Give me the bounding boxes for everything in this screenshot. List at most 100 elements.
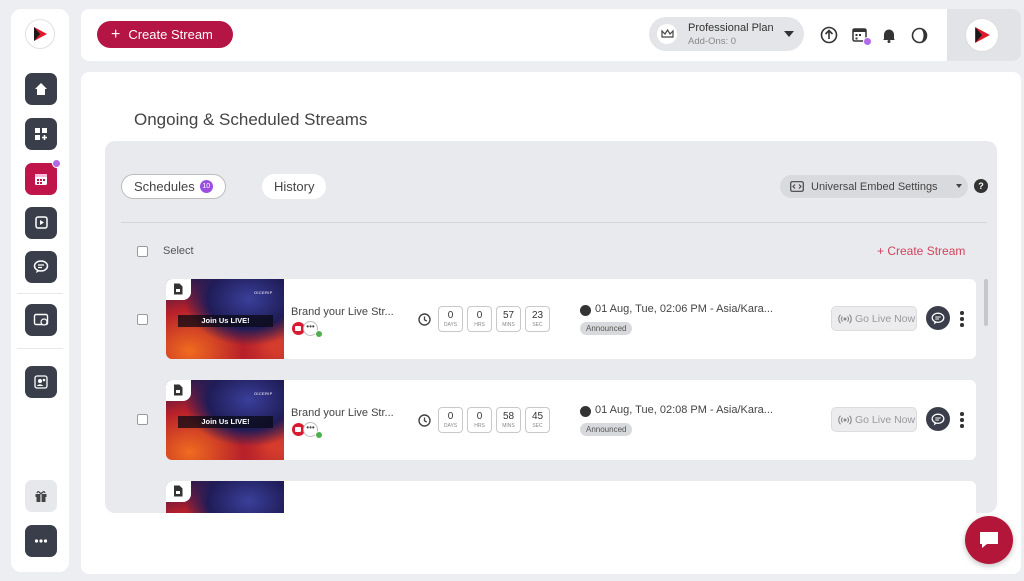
go-live-label: Go Live Now bbox=[855, 312, 916, 325]
calendar-icon bbox=[35, 174, 47, 185]
sidebar-item-web-embed[interactable] bbox=[25, 304, 57, 336]
sidebar-item-dashboard[interactable] bbox=[25, 118, 57, 150]
create-stream-label: Create Stream bbox=[128, 27, 213, 42]
create-stream-link[interactable]: + Create Stream bbox=[877, 244, 965, 258]
embed-settings-label: Universal Embed Settings bbox=[811, 180, 938, 193]
scheduler-button[interactable] bbox=[850, 25, 872, 46]
go-live-now-button[interactable]: Go Live Now bbox=[831, 306, 917, 331]
bell-icon bbox=[883, 29, 895, 43]
plan-name: Professional Plan bbox=[688, 22, 774, 34]
thumbnail-tag: OICERIP bbox=[254, 391, 273, 396]
chat-icon bbox=[931, 312, 945, 324]
sidebar-item-gifts[interactable] bbox=[25, 480, 57, 512]
stream-title[interactable]: Brand your Live Str... bbox=[291, 407, 394, 419]
stream-row[interactable]: OICERIP Join Us LIVE! Brand your Live St… bbox=[166, 279, 976, 359]
row-checkbox[interactable] bbox=[137, 314, 148, 325]
sidebar-item-schedules[interactable] bbox=[25, 159, 61, 195]
sidebar-item-home[interactable] bbox=[25, 73, 57, 105]
code-embed-icon bbox=[790, 181, 804, 192]
go-live-now-button[interactable]: Go Live Now bbox=[831, 407, 917, 432]
tab-history[interactable]: History bbox=[262, 174, 327, 199]
go-live-label: Go Live Now bbox=[855, 413, 916, 426]
countdown-minutes: 58 MINS bbox=[496, 407, 521, 433]
top-bar: + Create Stream Professional Plan Add-On… bbox=[81, 9, 1021, 61]
tab-schedules-label: Schedules bbox=[134, 179, 195, 194]
plan-addons: Add-Ons: 0 bbox=[688, 36, 737, 47]
chat-button[interactable] bbox=[926, 306, 950, 330]
select-all-checkbox[interactable] bbox=[137, 246, 148, 257]
sidebar-divider bbox=[17, 293, 63, 294]
select-all-label: Select bbox=[163, 245, 194, 257]
countdown-hours: 0 HRS bbox=[467, 306, 492, 332]
more-horizontal-icon bbox=[34, 539, 48, 543]
more-vertical-icon[interactable] bbox=[960, 412, 964, 428]
globe-icon bbox=[580, 305, 591, 316]
chat-bubble-icon bbox=[980, 532, 998, 548]
file-icon bbox=[166, 481, 191, 502]
status-badge: Announced bbox=[580, 423, 633, 436]
thumbnail-caption: Join Us LIVE! bbox=[178, 416, 273, 428]
sidebar-item-chat[interactable] bbox=[25, 251, 57, 283]
web-globe-icon bbox=[33, 313, 49, 326]
stream-thumbnail[interactable]: OICERIP Join Us LIVE! bbox=[166, 380, 284, 460]
connected-check-icon bbox=[315, 431, 323, 439]
user-group-icon bbox=[34, 375, 48, 389]
schedule-datetime: 01 Aug, Tue, 02:06 PM - Asia/Kara... bbox=[595, 303, 773, 315]
support-chat-button[interactable] bbox=[965, 516, 1013, 564]
schedule-datetime: 01 Aug, Tue, 02:08 PM - Asia/Kara... bbox=[595, 404, 773, 416]
thumbnail-caption: Join Us LIVE! bbox=[178, 315, 273, 327]
row-checkbox[interactable] bbox=[137, 414, 148, 425]
upload-button[interactable] bbox=[819, 25, 839, 45]
theme-toggle-button[interactable] bbox=[909, 25, 929, 45]
broadcast-icon bbox=[838, 414, 852, 425]
sidebar-more-button[interactable] bbox=[25, 525, 57, 557]
chat-button[interactable] bbox=[926, 407, 950, 431]
plus-icon: + bbox=[111, 25, 121, 43]
countdown-seconds: 23 SEC bbox=[525, 306, 550, 332]
profile-menu[interactable] bbox=[947, 9, 1021, 61]
scrollbar[interactable] bbox=[984, 279, 988, 326]
stream-thumbnail[interactable] bbox=[166, 481, 284, 513]
home-icon bbox=[35, 83, 47, 95]
clock-icon bbox=[418, 313, 431, 326]
divider bbox=[121, 222, 987, 223]
notification-dot bbox=[52, 159, 61, 168]
notifications-button[interactable] bbox=[879, 25, 899, 45]
universal-embed-settings-button[interactable]: Universal Embed Settings bbox=[780, 175, 968, 198]
tab-schedules[interactable]: Schedules 10 bbox=[121, 174, 226, 199]
logo-play-icon bbox=[975, 27, 990, 43]
plan-selector[interactable]: Professional Plan Add-Ons: 0 bbox=[649, 17, 804, 51]
upload-icon bbox=[820, 26, 838, 44]
status-dot bbox=[863, 37, 872, 46]
sidebar-item-videos[interactable] bbox=[25, 207, 57, 239]
streams-container: Schedules 10 History Universal Embed Set… bbox=[105, 141, 997, 513]
file-icon bbox=[166, 380, 191, 401]
stream-row[interactable] bbox=[166, 481, 976, 513]
chat-icon bbox=[931, 413, 945, 425]
clock-icon bbox=[418, 414, 431, 427]
sidebar-divider bbox=[17, 348, 63, 349]
dropdown-caret-icon bbox=[956, 184, 962, 188]
schedules-count-badge: 10 bbox=[199, 180, 213, 193]
help-icon[interactable]: ? bbox=[974, 179, 988, 193]
theme-moon-icon bbox=[911, 27, 927, 43]
crown-icon bbox=[657, 24, 677, 44]
page-title: Ongoing & Scheduled Streams bbox=[134, 110, 368, 129]
create-stream-button[interactable]: + Create Stream bbox=[97, 21, 233, 48]
countdown-days: 0 DAYS bbox=[438, 306, 463, 332]
chat-icon bbox=[33, 260, 49, 273]
stream-title[interactable]: Brand your Live Str... bbox=[291, 306, 394, 318]
app-logo[interactable] bbox=[25, 19, 55, 49]
stream-thumbnail[interactable]: OICERIP Join Us LIVE! bbox=[166, 279, 284, 359]
chevron-down-icon bbox=[784, 31, 794, 37]
globe-icon bbox=[580, 406, 591, 417]
stream-row[interactable]: OICERIP Join Us LIVE! Brand your Live St… bbox=[166, 380, 976, 460]
dashboard-plus-icon bbox=[35, 128, 47, 140]
more-vertical-icon[interactable] bbox=[960, 311, 964, 327]
file-icon bbox=[166, 279, 191, 300]
main-panel: Ongoing & Scheduled Streams Schedules 10… bbox=[81, 72, 1021, 574]
video-library-icon bbox=[35, 216, 48, 229]
status-badge: Announced bbox=[580, 322, 633, 335]
sidebar-item-team[interactable] bbox=[25, 366, 57, 398]
countdown-seconds: 45 SEC bbox=[525, 407, 550, 433]
